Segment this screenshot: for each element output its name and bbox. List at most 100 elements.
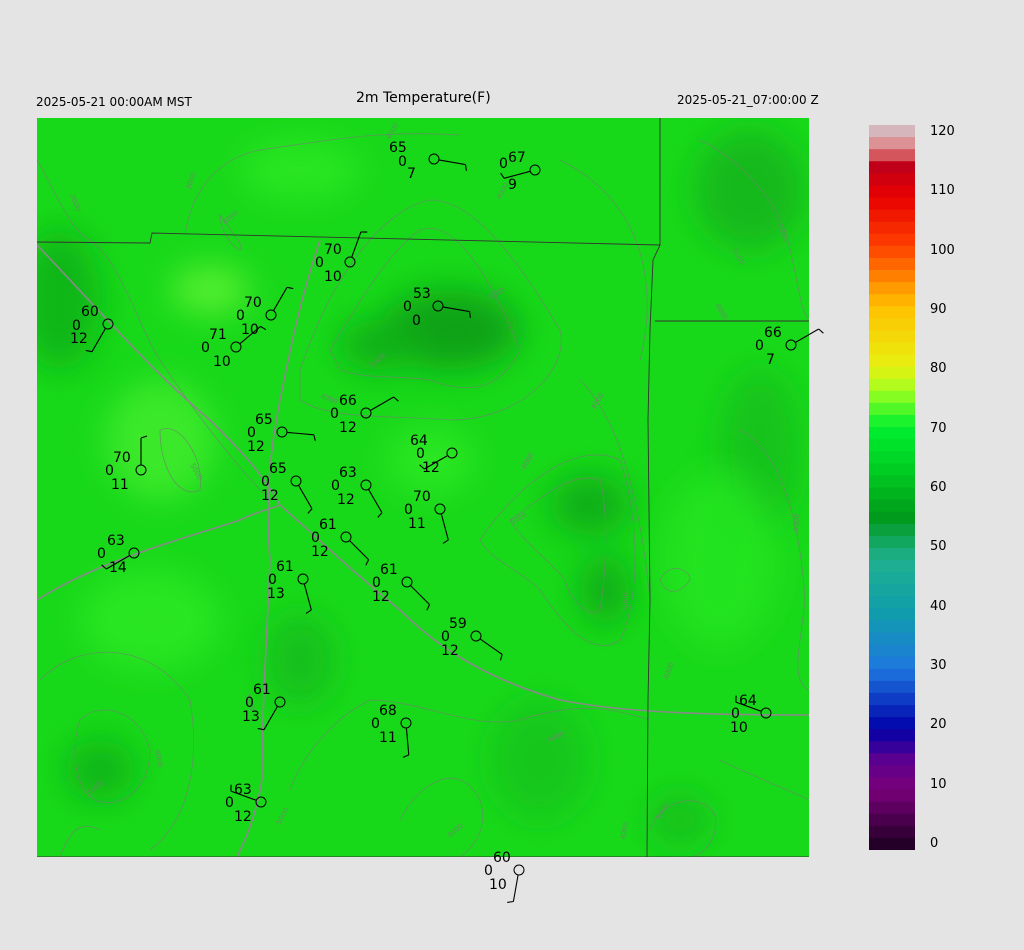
colorbar-segment [869, 741, 915, 754]
colorbar-label: 90 [930, 302, 947, 317]
colorbar-segment [869, 185, 915, 198]
colorbar-segment [869, 161, 915, 174]
colorbar-segment [869, 801, 915, 815]
colorbar-label: 70 [930, 420, 947, 436]
temperature-label: 68 [379, 703, 397, 719]
colorbar-segment [869, 535, 915, 549]
wind-speed-label: 12 [339, 420, 357, 436]
temperature-label: 70 [113, 450, 131, 466]
colorbar-segment [869, 572, 915, 585]
dewpoint-label: 0 [225, 795, 234, 811]
colorbar-segment [869, 233, 915, 247]
colorbar-segment [869, 366, 915, 380]
dewpoint-label: 0 [398, 154, 407, 170]
colorbar-segment [869, 378, 915, 392]
colorbar-segment [869, 656, 915, 670]
colorbar-segment [869, 125, 915, 138]
colorbar-segment [869, 560, 915, 573]
colorbar-segment [869, 608, 915, 621]
colorbar-segment [869, 692, 915, 706]
wind-speed-label: 12 [234, 809, 252, 825]
colorbar-segment [869, 777, 915, 791]
temperature-label: 61 [319, 517, 337, 533]
wind-speed-label: 12 [70, 331, 88, 347]
wind-speed-label: 10 [489, 877, 507, 893]
colorbar-segment [869, 668, 915, 682]
colorbar-label: 0 [930, 836, 939, 851]
station-plot: 60010 [484, 850, 525, 903]
wind-speed-label: 9 [508, 177, 517, 193]
colorbar-segment [869, 753, 915, 766]
temperature-label: 66 [339, 393, 357, 409]
colorbar-segment [869, 270, 915, 283]
colorbar-label: 40 [930, 598, 947, 614]
colorbar-label: 30 [930, 658, 947, 673]
colorbar-segment [869, 282, 915, 295]
temperature-label: 61 [380, 562, 398, 578]
temperature-colorbar [869, 125, 915, 851]
colorbar-segment [869, 680, 915, 694]
wind-speed-label: 12 [422, 460, 440, 476]
wind-speed-label: 12 [337, 492, 355, 508]
temperature-label: 71 [209, 327, 227, 343]
temperature-label: 60 [81, 304, 99, 320]
wind-speed-label: 13 [267, 586, 285, 602]
wind-speed-label: 11 [408, 516, 426, 532]
wind-speed-label: 12 [441, 643, 459, 659]
temperature-label: 63 [107, 533, 125, 549]
colorbar-segment [869, 487, 915, 501]
colorbar-segment [869, 475, 915, 488]
colorbar-label: 60 [930, 480, 947, 495]
colorbar-segment [869, 825, 915, 839]
wind-speed-label: 11 [379, 730, 397, 746]
dewpoint-label: 0 [315, 255, 324, 271]
temperature-label: 66 [764, 325, 782, 341]
colorbar-segment [869, 390, 915, 404]
colorbar-segment [869, 644, 915, 658]
colorbar-segment [869, 342, 915, 356]
wind-speed-label: 13 [242, 709, 260, 725]
wind-barb-flag [507, 900, 514, 903]
colorbar-segment [869, 813, 915, 827]
wind-speed-label: 14 [109, 560, 127, 576]
temperature-label: 63 [339, 465, 357, 481]
temperature-label: 61 [253, 682, 271, 698]
wind-speed-label: 12 [261, 488, 279, 504]
colorbar-segment [869, 499, 915, 513]
wind-speed-label: 12 [311, 544, 329, 560]
colorbar-label: 120 [930, 124, 955, 139]
colorbar-segment [869, 245, 915, 259]
dewpoint-label: 0 [755, 338, 764, 354]
colorbar-label: 20 [930, 717, 947, 733]
colorbar-segment [869, 620, 915, 633]
temperature-label: 59 [449, 616, 467, 632]
temperature-label: 70 [413, 489, 431, 505]
colorbar-segment [869, 354, 915, 368]
temperature-label: 60 [493, 850, 511, 866]
colorbar-segment [869, 294, 915, 307]
dewpoint-label: 0 [330, 406, 339, 422]
temperature-label: 63 [234, 782, 252, 798]
colorbar-segment [869, 137, 915, 150]
wind-speed-label: 11 [111, 477, 129, 493]
dewpoint-label: 0 [499, 156, 508, 172]
wind-speed-label: 10 [213, 354, 231, 370]
colorbar-segment [869, 451, 915, 464]
wind-barb-staff [512, 874, 519, 902]
temperature-label: 65 [255, 412, 273, 428]
colorbar-label: 50 [930, 539, 947, 555]
colorbar-segment [869, 197, 915, 211]
colorbar-segment [869, 149, 915, 162]
dewpoint-label: 0 [97, 546, 106, 562]
colorbar-segment [869, 511, 915, 525]
wind-speed-label: 12 [247, 439, 265, 455]
temperature-label: 65 [269, 461, 287, 477]
colorbar-segment [869, 209, 915, 223]
wind-barb-flag [818, 328, 824, 334]
colorbar-segment [869, 415, 915, 428]
colorbar-segment [869, 402, 915, 416]
colorbar-segment [869, 306, 915, 319]
temperature-label: 61 [276, 559, 294, 575]
temperature-label: 70 [244, 295, 262, 311]
colorbar-segment [869, 523, 915, 537]
